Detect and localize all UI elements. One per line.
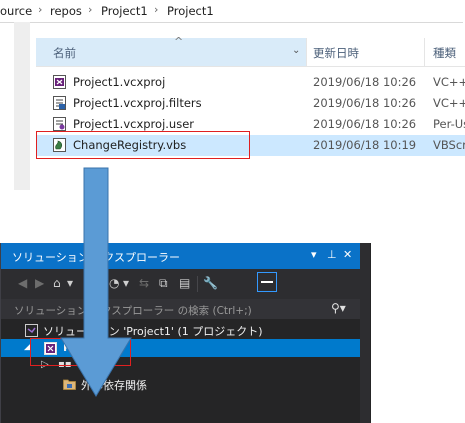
tree-item-solution[interactable]: ソリューション 'Project1' (1 プロジェクト) xyxy=(1,321,361,339)
navigation-pane-edge xyxy=(14,22,30,190)
dropdown-arrow-icon[interactable]: ▾ xyxy=(311,248,317,261)
chevron-down-icon[interactable]: ⌄ xyxy=(292,45,300,56)
user-file-icon xyxy=(53,117,66,131)
breadcrumb-separator-icon: › xyxy=(88,3,93,16)
panel-border xyxy=(360,243,370,423)
file-date: 2019/06/18 10:26 xyxy=(313,75,417,89)
search-placeholder: ソリューション エクスプローラー の検索 (Ctrl+;) xyxy=(14,305,252,317)
column-divider xyxy=(306,38,307,66)
history-icon[interactable]: ◔ xyxy=(109,276,119,290)
file-name: Project1.vcxproj xyxy=(73,75,166,89)
vcxproj-file-icon xyxy=(53,75,66,89)
tree-item-external-dependencies[interactable]: 外部依存関係 xyxy=(1,375,361,393)
panel-toolbar: ◀ ▶ ⌂ ▾ ▭ ◔ ▾ ⇆ ⧉ ▤ 🔧 xyxy=(1,269,361,299)
file-explorer-window: ource › repos › Project1 › Project1 ^ 名前… xyxy=(0,0,465,190)
file-row[interactable]: Project1.vcxproj 2019/06/18 10:26 VC++ xyxy=(36,72,465,93)
preview-icon xyxy=(261,281,273,283)
file-date: 2019/06/18 10:19 xyxy=(313,138,417,152)
address-bar[interactable]: ource › repos › Project1 › Project1 xyxy=(0,0,463,23)
preview-selected-button[interactable] xyxy=(257,272,277,292)
file-type: VC++ xyxy=(433,96,465,110)
file-name: Project1.vcxproj.filters xyxy=(73,96,202,110)
panel-title: ソリューション エクスプローラー xyxy=(12,251,180,264)
tree-item-label: ソリューション 'Project1' (1 プロジェクト) xyxy=(43,325,263,338)
back-icon[interactable]: ◀ xyxy=(18,276,27,290)
file-type: VBScri xyxy=(433,138,465,152)
column-header-date[interactable]: 更新日時 xyxy=(313,45,359,61)
toolbar-separator xyxy=(103,276,104,292)
panel-title-bar: ソリューション エクスプローラー ▾ ⊥ ✕ xyxy=(1,243,361,269)
pin-icon[interactable]: ⊥ xyxy=(327,248,337,261)
file-type: Per-Us xyxy=(433,117,465,131)
filters-file-icon xyxy=(53,96,66,110)
search-icon[interactable]: ⚲▾ xyxy=(331,301,346,315)
breadcrumb-separator-icon: › xyxy=(154,3,159,16)
wrench-icon[interactable]: 🔧 xyxy=(203,276,218,290)
column-header-name[interactable]: 名前 xyxy=(53,45,76,61)
breadcrumb-separator-icon: › xyxy=(38,3,43,16)
column-header-row: ^ 名前 ⌄ 更新日時 種類 xyxy=(36,35,465,67)
switch-views-icon[interactable]: ▭ xyxy=(85,276,96,290)
breadcrumb-item[interactable]: repos xyxy=(50,4,82,18)
solution-explorer-panel: ソリューション エクスプローラー ▾ ⊥ ✕ ◀ ▶ ⌂ ▾ ▭ ◔ ▾ ⇆ ⧉… xyxy=(0,243,371,423)
column-divider xyxy=(424,38,425,66)
highlight-box xyxy=(36,131,250,159)
toolbar-separator xyxy=(197,276,198,292)
home-icon[interactable]: ⌂ xyxy=(53,276,61,290)
chevron-down-icon[interactable]: ▾ xyxy=(67,276,73,290)
breadcrumb-item[interactable]: Project1 xyxy=(101,4,148,18)
forward-icon[interactable]: ▶ xyxy=(35,276,44,290)
close-icon[interactable]: ✕ xyxy=(343,248,352,261)
sync-icon[interactable]: ⇆ xyxy=(139,276,149,290)
file-type: VC++ xyxy=(433,75,465,89)
breadcrumb-item[interactable]: ource xyxy=(0,4,32,18)
solution-icon xyxy=(25,324,38,337)
breadcrumb-item[interactable]: Project1 xyxy=(167,4,214,18)
show-all-files-icon[interactable]: ▤ xyxy=(179,276,190,290)
column-header-type[interactable]: 種類 xyxy=(433,45,456,61)
folder-icon xyxy=(63,379,76,390)
file-date: 2019/06/18 10:26 xyxy=(313,96,417,110)
file-row[interactable]: Project1.vcxproj.filters 2019/06/18 10:2… xyxy=(36,93,465,114)
collapse-all-icon[interactable]: ⧉ xyxy=(159,276,168,291)
highlight-box xyxy=(30,338,131,366)
sort-ascending-icon: ^ xyxy=(174,35,184,48)
search-box[interactable]: ソリューション エクスプローラー の検索 (Ctrl+;) ⚲▾ xyxy=(1,299,361,319)
tree-item-label: 外部依存関係 xyxy=(81,379,147,392)
file-date: 2019/06/18 10:26 xyxy=(313,117,417,131)
column-header-name-bg xyxy=(36,38,306,66)
chevron-down-icon[interactable]: ▾ xyxy=(123,276,129,290)
file-name: Project1.vcxproj.user xyxy=(73,117,194,131)
